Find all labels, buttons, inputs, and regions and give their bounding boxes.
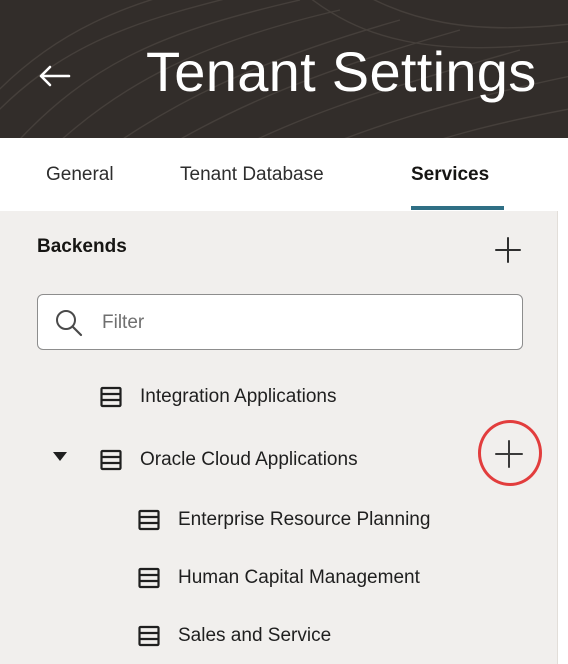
tree-item-label: Sales and Service <box>178 625 332 646</box>
arrow-left-icon <box>39 65 71 87</box>
search-icon <box>56 310 83 337</box>
plus-icon <box>495 440 523 468</box>
tree-item-oracle-cloud-applications[interactable]: Oracle Cloud Applications <box>100 440 358 480</box>
tree-item-enterprise-resource-planning[interactable]: Enterprise Resource Planning <box>138 500 498 540</box>
tab-bar: General Tenant Database Services <box>0 138 568 211</box>
add-child-backend-button[interactable] <box>484 429 534 479</box>
panel-divider <box>557 211 558 664</box>
active-tab-indicator <box>411 206 504 210</box>
tree-item-integration-applications[interactable]: Integration Applications <box>100 377 336 417</box>
tab-tenant-database[interactable]: Tenant Database <box>180 138 324 211</box>
backends-heading: Backends <box>37 236 127 257</box>
server-icon <box>138 509 160 531</box>
server-icon <box>100 449 122 471</box>
filter-input[interactable] <box>100 305 504 341</box>
tab-services[interactable]: Services <box>411 138 489 211</box>
server-icon <box>100 386 122 408</box>
tree-item-label: Enterprise Resource Planning <box>178 509 431 530</box>
server-icon <box>138 625 160 647</box>
plus-icon <box>495 237 521 263</box>
tree-item-label: Human Capital Management <box>178 567 420 588</box>
page-title: Tenant Settings <box>146 40 537 103</box>
page-header: Tenant Settings <box>0 0 568 138</box>
server-icon <box>138 567 160 589</box>
tree-item-label: Oracle Cloud Applications <box>140 449 358 470</box>
filter-field[interactable] <box>37 294 523 350</box>
back-button[interactable] <box>26 48 82 104</box>
tab-general[interactable]: General <box>46 138 114 211</box>
add-backend-button[interactable] <box>490 232 526 268</box>
tree-item-sales-and-service[interactable]: Sales and Service <box>138 616 331 656</box>
tree-item-human-capital-management[interactable]: Human Capital Management <box>138 558 498 598</box>
tree-item-label: Integration Applications <box>140 386 337 407</box>
caret-down-icon[interactable] <box>52 451 68 463</box>
